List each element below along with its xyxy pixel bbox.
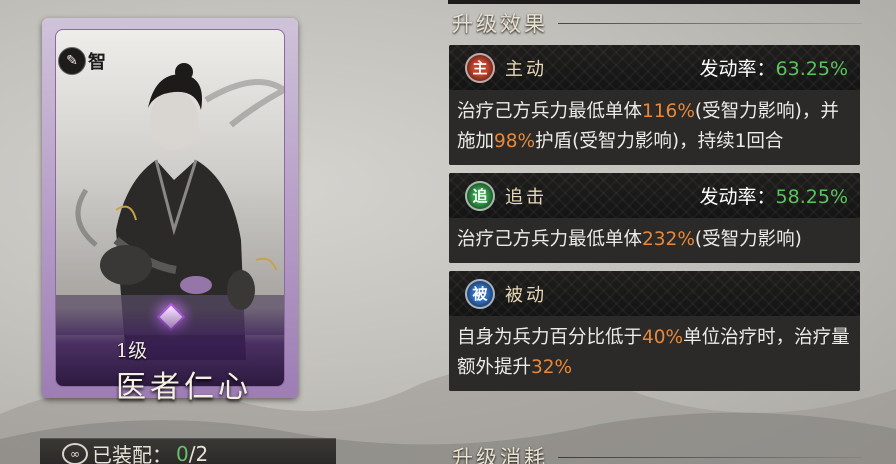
- card-artwork-frame: [55, 29, 285, 387]
- skill-type-icon: 主: [465, 52, 495, 83]
- skill-entry: 主主动 发动率：63.25% 治疗己方兵力最低单体116%(受智力影响)，并施加98…: [449, 45, 860, 165]
- skill-entry: 追追击 发动率：58.25% 治疗己方兵力最低单体232%(受智力影响): [449, 173, 860, 263]
- skill-type-label: 被动: [505, 284, 547, 306]
- description-text: 自身为兵力百分比低于: [457, 327, 643, 348]
- skill-type-icon: 追: [465, 180, 495, 211]
- skill-type-label: 主动: [505, 58, 547, 80]
- description-text: 治疗己方兵力最低单体: [457, 101, 643, 122]
- skill-type-icon: 被: [465, 278, 495, 309]
- card-type-label: 智: [88, 52, 106, 73]
- upgrade-effect-header: 升级效果: [452, 8, 862, 38]
- book-icon: ✎: [58, 47, 86, 75]
- highlight-value: 40%: [642, 327, 684, 348]
- description-text: 护盾(受智力影响)，持续1回合: [535, 131, 784, 152]
- description-text: (受智力影响): [694, 229, 802, 250]
- equip-label: 已装配：: [92, 443, 172, 464]
- highlight-value: 116%: [642, 101, 695, 122]
- skill-description: 自身为兵力百分比低于40%单位治疗时，治疗量额外提升32%: [449, 316, 860, 391]
- divider: [558, 22, 862, 24]
- highlight-value: 232%: [642, 229, 695, 250]
- equip-total: /2: [188, 441, 209, 464]
- card-level: 1级: [116, 340, 148, 362]
- skill-card[interactable]: ✎ 智 1级 医者仁心: [42, 18, 298, 405]
- section-title: 升级效果: [452, 12, 548, 36]
- skill-description: 治疗己方兵力最低单体232%(受智力影响): [449, 218, 860, 263]
- trigger-rate-value: 58.25%: [775, 186, 848, 208]
- skill-header: 被被动: [449, 271, 860, 316]
- divider: [558, 456, 862, 458]
- skill-entry: 被被动 自身为兵力百分比低于40%单位治疗时，治疗量额外提升32%: [449, 271, 860, 391]
- equip-count: 0: [176, 441, 189, 464]
- skill-description: 治疗己方兵力最低单体116%(受智力影响)，并施加98%护盾(受智力影响)，持续…: [449, 90, 860, 165]
- skill-effects-list[interactable]: 主主动 发动率：63.25% 治疗己方兵力最低单体116%(受智力影响)，并施加98…: [449, 45, 861, 438]
- trigger-rate: 发动率：63.25%: [700, 54, 848, 81]
- equip-status-bar: ∞ 已装配： 0 /2: [40, 438, 336, 464]
- trigger-rate: 发动率：58.25%: [700, 182, 848, 209]
- skill-type-label: 追击: [505, 186, 547, 208]
- section-title: 升级消耗: [452, 446, 548, 464]
- skill-header: 追追击 发动率：58.25%: [449, 173, 860, 218]
- highlight-value: 32%: [531, 357, 573, 378]
- trigger-rate-label: 发动率：: [699, 58, 776, 80]
- skill-header: 主主动 发动率：63.25%: [449, 45, 860, 90]
- card-name: 医者仁心: [116, 370, 252, 405]
- trigger-rate-value: 63.25%: [775, 58, 848, 80]
- card-type-tag: ✎ 智: [58, 46, 108, 76]
- equip-link-icon: ∞: [62, 442, 88, 464]
- trigger-rate-label: 发动率：: [699, 186, 776, 208]
- upgrade-cost-header: 升级消耗: [452, 442, 862, 464]
- panel-top-edge: [448, 0, 860, 4]
- description-text: 治疗己方兵力最低单体: [457, 229, 643, 250]
- highlight-value: 98%: [494, 131, 536, 152]
